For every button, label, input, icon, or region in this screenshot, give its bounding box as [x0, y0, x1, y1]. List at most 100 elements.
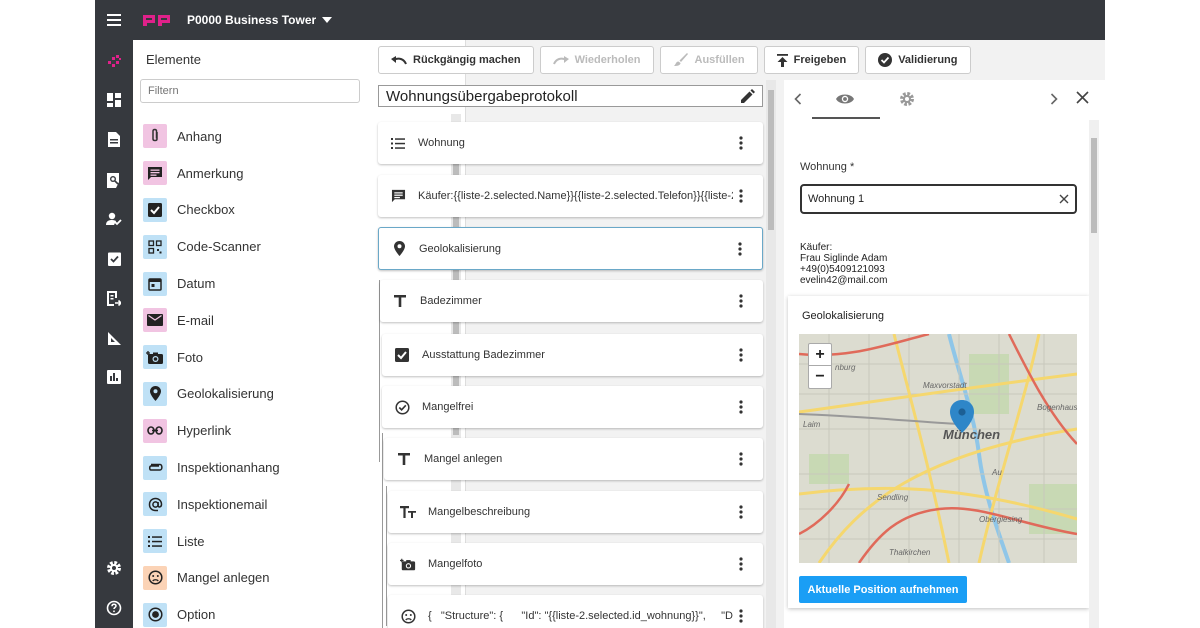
card-label: Mangelfoto: [428, 558, 483, 570]
more-vertical-icon[interactable]: [733, 400, 749, 414]
buyer-line: +49(0)5409121093: [800, 264, 885, 275]
form-card-mangelfrei[interactable]: Mangelfrei: [382, 386, 763, 428]
ruler-triangle-icon[interactable]: [105, 329, 123, 347]
undo-icon: [391, 56, 407, 65]
element-item-mangel-anlegen[interactable]: Mangel anlegen: [133, 560, 353, 597]
element-label: Foto: [177, 349, 204, 365]
more-vertical-icon[interactable]: [733, 189, 749, 203]
project-selector[interactable]: P0000 Business Tower: [187, 13, 333, 27]
clear-icon[interactable]: [1059, 194, 1069, 204]
map[interactable]: München Maxvorstadt Bogenhaus Sendling O…: [799, 334, 1077, 563]
element-item-checkbox[interactable]: Checkbox: [133, 192, 353, 229]
element-item-email[interactable]: E-mail: [133, 302, 353, 339]
element-item-liste[interactable]: Liste: [133, 523, 353, 560]
elements-nav-icon[interactable]: [105, 52, 123, 70]
document-icon[interactable]: [105, 130, 123, 148]
more-vertical-icon[interactable]: [733, 294, 749, 308]
more-vertical-icon[interactable]: [733, 136, 749, 150]
project-name: P0000 Business Tower: [187, 13, 317, 27]
more-vertical-icon[interactable]: [733, 348, 749, 362]
zoom-in-button[interactable]: +: [809, 344, 831, 366]
elements-list: Anhang Anmerkung Checkbox Code-Scanner D…: [133, 118, 353, 628]
form-builder: Wohnungsübergabeprotokoll Wohnung Käufer…: [376, 80, 764, 628]
zoom-out-button[interactable]: −: [809, 366, 831, 388]
form-card-geolokalisierung[interactable]: Geolokalisierung: [378, 227, 763, 270]
form-card-structure[interactable]: { "Structure": { "Id": "{{liste-2.select…: [388, 595, 763, 628]
element-item-hyperlink[interactable]: Hyperlink: [133, 412, 353, 449]
record-position-button[interactable]: Aktuelle Position aufnehmen: [799, 576, 967, 603]
fill-button[interactable]: Ausfüllen: [659, 46, 758, 74]
element-item-foto[interactable]: Foto: [133, 339, 353, 376]
card-label: Ausstattung Badezimmer: [422, 349, 545, 361]
builder-scrollbar[interactable]: [766, 80, 776, 628]
geolocation-card: Geolokalisierung München Maxvorstadt Bog…: [788, 296, 1089, 608]
element-label: Mangel anlegen: [177, 570, 270, 586]
element-label: Inspektionemail: [177, 496, 268, 512]
publish-button[interactable]: Freigeben: [763, 46, 860, 74]
element-item-inspektionanhang[interactable]: Inspektionanhang: [133, 449, 353, 486]
list-arrow-icon[interactable]: [105, 289, 123, 307]
card-label: Käufer:{{liste-2.selected.Name}}{{liste-…: [418, 190, 733, 202]
element-item-datum[interactable]: Datum: [133, 265, 353, 302]
camera-icon: [143, 345, 167, 370]
element-label: Option: [177, 607, 216, 623]
chevron-left-icon[interactable]: [794, 92, 802, 110]
form-card-badezimmer[interactable]: Badezimmer: [380, 280, 763, 322]
close-icon[interactable]: [1076, 91, 1089, 109]
more-vertical-icon[interactable]: [733, 452, 749, 466]
element-item-anhang[interactable]: Anhang: [133, 118, 353, 155]
menu-icon[interactable]: [95, 0, 133, 40]
element-item-option[interactable]: Option: [133, 596, 353, 628]
settings-gear-icon[interactable]: [105, 559, 123, 577]
validate-button[interactable]: Validierung: [865, 46, 971, 74]
preview-tabs: [784, 80, 1105, 119]
element-item-geolokalisierung[interactable]: Geolokalisierung: [133, 376, 353, 413]
redo-button[interactable]: Wiederholen: [539, 46, 654, 74]
location-pin-icon: [143, 381, 167, 406]
document-search-icon[interactable]: [105, 171, 123, 189]
comment-icon: [143, 161, 167, 186]
tab-settings-gear-icon[interactable]: [899, 91, 915, 112]
edit-pencil-icon[interactable]: [741, 89, 755, 103]
more-vertical-icon[interactable]: [732, 241, 748, 256]
list-icon: [390, 135, 406, 151]
tree-line: [386, 486, 387, 626]
card-label: { "Structure": { "Id": "{{liste-2.select…: [428, 610, 733, 622]
map-zoom-control: + −: [808, 343, 832, 389]
card-label: Badezimmer: [420, 295, 482, 307]
builder-scrollbar-thumb[interactable]: [768, 90, 774, 230]
checkbox-icon: [394, 347, 410, 363]
at-icon: [143, 492, 167, 517]
buyer-line: evelin42@mail.com: [800, 275, 888, 286]
card-label: Geolokalisierung: [419, 242, 501, 255]
help-icon[interactable]: [105, 599, 123, 617]
user-check-icon[interactable]: [105, 210, 123, 228]
more-vertical-icon[interactable]: [733, 505, 749, 519]
element-label: Checkbox: [177, 202, 235, 218]
tab-preview-eye-icon[interactable]: [836, 92, 854, 110]
undo-button[interactable]: Rückgängig machen: [378, 46, 534, 74]
element-item-code-scanner[interactable]: Code-Scanner: [133, 228, 353, 265]
more-vertical-icon[interactable]: [733, 557, 749, 571]
wohnung-select[interactable]: Wohnung 1: [800, 184, 1077, 214]
form-card-mangelbeschreibung[interactable]: Mangelbeschreibung: [388, 491, 763, 533]
filter-input[interactable]: [140, 79, 360, 103]
clipboard-check-icon[interactable]: [105, 249, 123, 267]
form-card-mangelfoto[interactable]: Mangelfoto: [388, 543, 763, 585]
check-circle-icon: [394, 399, 410, 415]
form-title-field[interactable]: Wohnungsübergabeprotokoll: [378, 85, 763, 107]
dashboard-icon[interactable]: [105, 91, 123, 109]
more-vertical-icon[interactable]: [733, 609, 749, 623]
chevron-right-icon[interactable]: [1050, 92, 1058, 110]
app-frame: P0000 Business Tower Elemente Filtern An…: [95, 0, 1105, 628]
form-card-kaeufer[interactable]: Käufer:{{liste-2.selected.Name}}{{liste-…: [378, 175, 763, 217]
element-label: Datum: [177, 276, 216, 292]
element-item-inspektionemail[interactable]: Inspektionemail: [133, 486, 353, 523]
bar-chart-icon[interactable]: [105, 368, 123, 386]
form-card-mangel-anlegen[interactable]: Mangel anlegen: [384, 438, 763, 480]
preview-scrollbar-thumb[interactable]: [1091, 138, 1097, 233]
form-card-wohnung[interactable]: Wohnung: [378, 122, 763, 164]
preview-scrollbar[interactable]: [1089, 120, 1099, 628]
element-item-anmerkung[interactable]: Anmerkung: [133, 155, 353, 192]
form-card-ausstattung[interactable]: Ausstattung Badezimmer: [382, 334, 763, 376]
